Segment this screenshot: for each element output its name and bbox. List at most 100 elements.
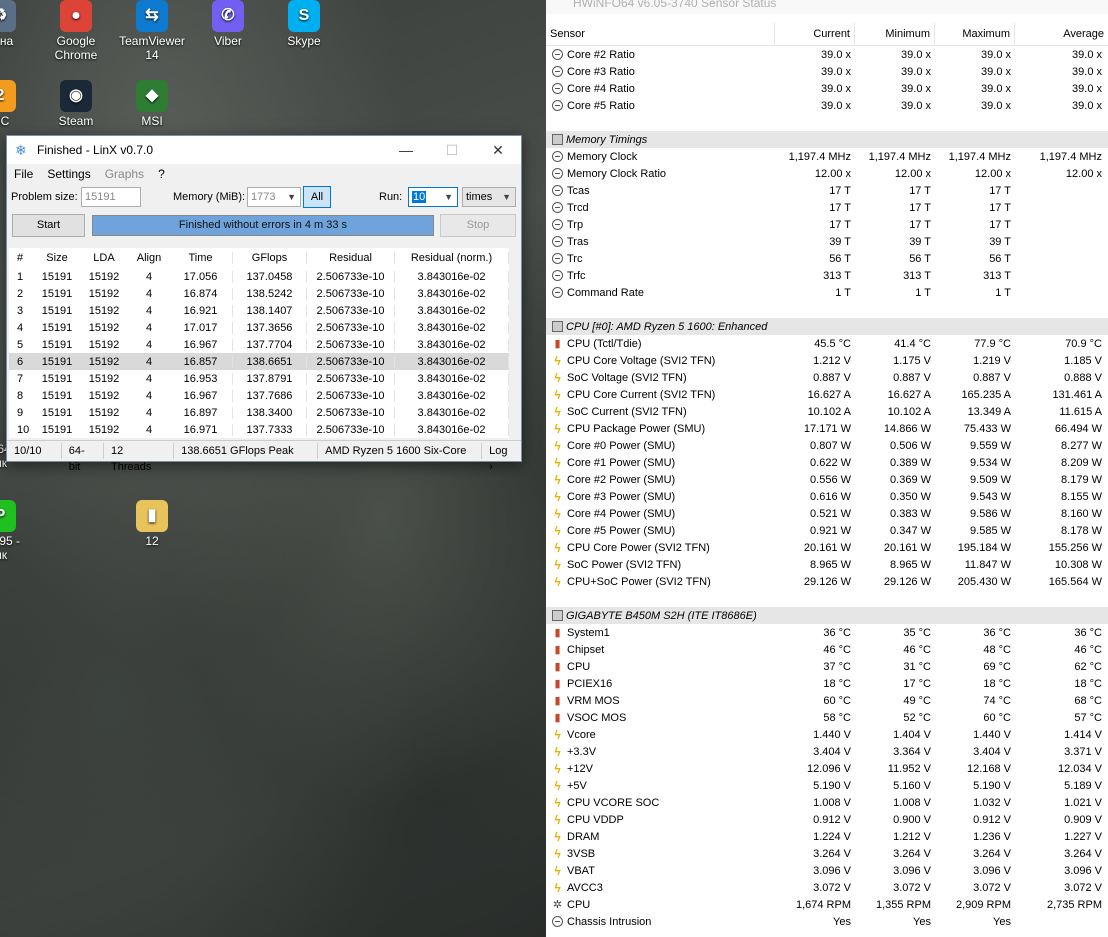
sensor-row[interactable]: ✲ CPU 1,674 RPM 1,355 RPM 2,909 RPM 2,735 RPM	[546, 896, 1108, 913]
sensor-row[interactable]: ▮ VRM MOS 60 °C 49 °C 74 °C 68 °C	[546, 692, 1108, 709]
hwinfo-window[interactable]: HWiNFO64 v6.05-3740 Sensor Status Sensor…	[546, 0, 1108, 937]
sensor-row[interactable]: Memory Clock 1,197.4 MHz 1,197.4 MHz 1,197.…	[546, 148, 1108, 165]
sensor-group-header[interactable]: GIGABYTE B450M S2H (ITE IT8686E)	[546, 607, 1108, 624]
table-row[interactable]: 1 15191 15192 4 17.056 137.0458 2.506733e-10 3.…	[9, 268, 509, 285]
desktop-icon[interactable]: ▮ 12	[116, 500, 188, 548]
log-button[interactable]: Log ›	[482, 443, 521, 473]
linx-titlebar[interactable]: ❄ Finished - LinX v0.7.0 — ☐ ✕	[7, 136, 521, 164]
sensor-row[interactable]: Trp 17 T 17 T 17 T	[546, 216, 1108, 233]
sensor-row[interactable]: ϟ Core #3 Power (SMU) 0.616 W 0.350 W 9.543 …	[546, 488, 1108, 505]
sensor-row[interactable]: ▮ PCIEX16 18 °C 17 °C 18 °C 18 °C	[546, 675, 1108, 692]
menu-settings[interactable]: Settings	[40, 167, 97, 181]
col-average[interactable]: Average	[1015, 23, 1108, 45]
all-button[interactable]: All	[303, 186, 331, 208]
sensor-row[interactable]: Command Rate 1 T 1 T 1 T	[546, 284, 1108, 301]
desktop-icon[interactable]: ◆ MSI	[116, 80, 188, 128]
sensor-row[interactable]: ϟ VBAT 3.096 V 3.096 V 3.096 V 3.096 V	[546, 862, 1108, 879]
close-icon[interactable]: ✕	[475, 136, 521, 164]
sensor-row[interactable]: ϟ Vcore 1.440 V 1.404 V 1.440 V 1.414 V	[546, 726, 1108, 743]
sensor-row[interactable]: ϟ 3VSB 3.264 V 3.264 V 3.264 V 3.264 V	[546, 845, 1108, 862]
sensor-row[interactable]: ϟ +5V 5.190 V 5.160 V 5.190 V 5.189 V	[546, 777, 1108, 794]
stop-button[interactable]: Stop	[440, 213, 516, 237]
table-row[interactable]: 4 15191 15192 4 17.017 137.3656 2.506733e-10 3.…	[9, 319, 509, 336]
sensor-name: ϟ CPU VCORE SOC	[546, 797, 775, 809]
desktop-icon[interactable]: ◉ Steam	[40, 80, 112, 128]
table-row[interactable]: 10 15191 15192 4 16.971 137.7333 2.506733e-10 3…	[9, 421, 509, 438]
desktop-icon[interactable]: Pime95 - ык	[0, 500, 36, 562]
sensor-row[interactable]: ϟ +3.3V 3.404 V 3.364 V 3.404 V 3.371 V	[546, 743, 1108, 760]
sensor-row[interactable]: ϟ Core #0 Power (SMU) 0.807 W 0.506 W 9.559 …	[546, 437, 1108, 454]
menu-graphs[interactable]: Graphs	[98, 167, 151, 181]
linx-window[interactable]: ❄ Finished - LinX v0.7.0 — ☐ ✕ File Sett…	[6, 135, 522, 473]
desktop-icon[interactable]: ⇆ TeamViewer 14	[116, 0, 188, 62]
table-row[interactable]: 6 15191 15192 4 16.857 138.6651 2.506733e-10 3.…	[9, 353, 509, 370]
sensor-row[interactable]: ▮ CPU 37 °C 31 °C 69 °C 62 °C	[546, 658, 1108, 675]
table-row[interactable]: 2 15191 15192 4 16.874 138.5242 2.506733e-10 3.…	[9, 285, 509, 302]
table-row[interactable]: 8 15191 15192 4 16.967 137.7686 2.506733e-10 3.…	[9, 387, 509, 404]
sensor-row[interactable]: ▮ Chipset 46 °C 46 °C 48 °C 46 °C	[546, 641, 1108, 658]
sensor-row[interactable]: ϟ CPU Core Power (SVI2 TFN) 20.161 W 20.161…	[546, 539, 1108, 556]
voltage-icon: ϟ	[554, 490, 561, 503]
sensor-row[interactable]: ϟ DRAM 1.224 V 1.212 V 1.236 V 1.227 V	[546, 828, 1108, 845]
col-sensor[interactable]: Sensor	[546, 23, 775, 45]
sensor-row[interactable]: ϟ Core #1 Power (SMU) 0.622 W 0.389 W 9.534 …	[546, 454, 1108, 471]
sensor-row[interactable]: ▮ CPU (Tctl/Tdie) 45.5 °C 41.4 °C 77.9 °C 70.…	[546, 335, 1108, 352]
sensor-row[interactable]: ϟ SoC Current (SVI2 TFN) 10.102 A 10.102 A 1…	[546, 403, 1108, 420]
minimize-icon[interactable]: —	[383, 136, 429, 164]
table-row[interactable]: 5 15191 15192 4 16.967 137.7704 2.506733e-10 3.…	[9, 336, 509, 353]
problem-size-combo[interactable]: 15191	[81, 187, 141, 207]
sensor-row[interactable]: ϟ SoC Voltage (SVI2 TFN) 0.887 V 0.887 V 0.8…	[546, 369, 1108, 386]
sensor-value-min: 52 °C	[903, 711, 931, 724]
desktop-icon[interactable]: 2 MC	[0, 80, 36, 128]
sensor-row[interactable]: ϟ AVCC3 3.072 V 3.072 V 3.072 V 3.072 V	[546, 879, 1108, 896]
sensor-row[interactable]: ϟ CPU VCORE SOC 1.008 V 1.008 V 1.032 V 1.021…	[546, 794, 1108, 811]
desktop-icon[interactable]: ✆ Viber	[192, 0, 264, 48]
table-row[interactable]: 3 15191 15192 4 16.921 138.1407 2.506733e-10 3.…	[9, 302, 509, 319]
menu-help[interactable]: ?	[151, 167, 172, 181]
col-maximum[interactable]: Maximum	[935, 23, 1015, 45]
sensor-row[interactable]: Trc 56 T 56 T 56 T	[546, 250, 1108, 267]
sensor-row[interactable]: ▮ VSOC MOS 58 °C 52 °C 60 °C 57 °C	[546, 709, 1108, 726]
desktop-icon[interactable]: ● Google Chrome	[40, 0, 112, 62]
run-count-combo[interactable]: 10 ▼	[408, 187, 458, 207]
sensor-row[interactable]: ϟ CPU Core Current (SVI2 TFN) 16.627 A 16.6…	[546, 386, 1108, 403]
maximize-icon[interactable]: ☐	[429, 136, 475, 164]
sensor-row[interactable]: ϟ CPU Core Voltage (SVI2 TFN) 1.212 V 1.175…	[546, 352, 1108, 369]
sensor-row[interactable]: ϟ +12V 12.096 V 11.952 V 12.168 V 12.034 V	[546, 760, 1108, 777]
sensor-row[interactable]: ϟ CPU VDDP 0.912 V 0.900 V 0.912 V 0.909 V	[546, 811, 1108, 828]
memory-combo[interactable]: 1773 ▼	[247, 187, 301, 207]
sensor-row[interactable]: Tcas 17 T 17 T 17 T	[546, 182, 1108, 199]
sensor-row[interactable]: ϟ Core #4 Power (SMU) 0.521 W 0.383 W 9.586 …	[546, 505, 1108, 522]
desktop-icon[interactable]: ♻ вина	[0, 0, 36, 48]
sensor-row[interactable]: ▮ System1 36 °C 35 °C 36 °C 36 °C	[546, 624, 1108, 641]
sensor-row[interactable]: ϟ SoC Power (SVI2 TFN) 8.965 W 8.965 W 11.84…	[546, 556, 1108, 573]
sensor-row[interactable]: Chassis Intrusion Yes Yes Yes	[546, 913, 1108, 930]
sensor-row[interactable]: Core #3 Ratio 39.0 x 39.0 x 39.0 x 39.0 x	[546, 63, 1108, 80]
sensor-value-cur: 39.0 x	[821, 65, 851, 78]
sensor-row[interactable]: ϟ Core #5 Power (SMU) 0.921 W 0.347 W 9.585 …	[546, 522, 1108, 539]
desktop-icon[interactable]: S Skype	[268, 0, 340, 48]
sensor-row[interactable]: ϟ CPU+SoC Power (SVI2 TFN) 29.126 W 29.126 …	[546, 573, 1108, 590]
sensor-row[interactable]: ϟ CPU Package Power (SMU) 17.171 W 14.866 W…	[546, 420, 1108, 437]
sensor-value-max: 5.190 V	[973, 779, 1011, 792]
sensor-row[interactable]: Tras 39 T 39 T 39 T	[546, 233, 1108, 250]
table-row[interactable]: 7 15191 15192 4 16.953 137.8791 2.506733e-10 3.…	[9, 370, 509, 387]
sensor-row[interactable]: Core #5 Ratio 39.0 x 39.0 x 39.0 x 39.0 x	[546, 97, 1108, 114]
app-icon: ◆	[136, 80, 168, 112]
sensor-value-max: 9.509 W	[970, 473, 1011, 486]
table-row[interactable]: 9 15191 15192 4 16.897 138.3400 2.506733e-10 3.…	[9, 404, 509, 421]
sensor-group-header[interactable]: Memory Timings	[546, 131, 1108, 148]
sensor-group-header[interactable]: CPU [#0]: AMD Ryzen 5 1600: Enhanced	[546, 318, 1108, 335]
menu-file[interactable]: File	[7, 167, 40, 181]
sensor-row[interactable]: Memory Clock Ratio 12.00 x 12.00 x 12.00 x 1…	[546, 165, 1108, 182]
sensor-row[interactable]: Core #4 Ratio 39.0 x 39.0 x 39.0 x 39.0 x	[546, 80, 1108, 97]
start-button[interactable]: Start	[12, 213, 85, 237]
table-cell: 138.6651	[233, 355, 307, 368]
sensor-row[interactable]: Trfc 313 T 313 T 313 T	[546, 267, 1108, 284]
sensor-row[interactable]: ϟ Core #2 Power (SMU) 0.556 W 0.369 W 9.509 …	[546, 471, 1108, 488]
col-minimum[interactable]: Minimum	[855, 23, 935, 45]
sensor-row[interactable]: Core #2 Ratio 39.0 x 39.0 x 39.0 x 39.0 x	[546, 46, 1108, 63]
col-current[interactable]: Current	[775, 23, 855, 45]
times-combo[interactable]: times ▼	[462, 187, 516, 207]
sensor-row[interactable]: Trcd 17 T 17 T 17 T	[546, 199, 1108, 216]
